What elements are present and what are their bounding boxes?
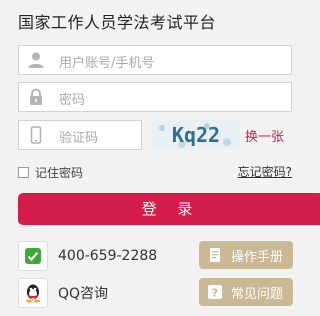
- manual-button[interactable]: 操作手册: [199, 241, 293, 269]
- remember-label: 记住密码: [35, 166, 84, 180]
- question-icon: ?: [208, 285, 222, 300]
- captcha-placeholder: 验证码: [59, 131, 99, 146]
- login-panel: 国家工作人员学法考试平台 用户账号/手机号 密码 验证码 Kq22 换一张 记住…: [0, 0, 320, 316]
- qq-consult-label: QQ咨询: [58, 286, 109, 302]
- captcha-image[interactable]: Kq22: [152, 120, 240, 150]
- page-title: 国家工作人员学法考试平台: [18, 13, 217, 32]
- refresh-captcha-link[interactable]: 换一张: [245, 126, 284, 145]
- document-icon: [210, 248, 220, 262]
- phone-check-icon: [25, 248, 41, 264]
- phone-icon: [30, 126, 42, 144]
- phone-contact: 400-659-2288: [18, 241, 157, 271]
- manual-label: 操作手册: [231, 249, 284, 265]
- remember-checkbox[interactable]: [18, 167, 29, 178]
- password-placeholder: 密码: [59, 93, 86, 108]
- username-field[interactable]: 用户账号/手机号: [18, 45, 292, 75]
- password-field[interactable]: 密码: [18, 82, 292, 112]
- username-placeholder: 用户账号/手机号: [59, 56, 155, 71]
- forgot-password-link[interactable]: 忘记密码?: [238, 163, 292, 180]
- phone-number: 400-659-2288: [58, 248, 158, 264]
- lock-icon: [30, 88, 42, 105]
- svg-text:?: ?: [212, 287, 218, 300]
- faq-label: 常见问题: [231, 286, 284, 302]
- remember-password[interactable]: 记住密码: [18, 164, 83, 181]
- user-icon: [28, 52, 44, 68]
- qq-penguin-icon: [26, 284, 40, 303]
- captcha-field[interactable]: 验证码: [18, 120, 142, 150]
- captcha-text: Kq22: [172, 123, 220, 147]
- phone-badge: [18, 241, 48, 271]
- qq-badge: [18, 278, 48, 308]
- qq-contact[interactable]: QQ咨询: [18, 278, 108, 308]
- faq-button[interactable]: ? 常见问题: [199, 278, 293, 306]
- login-button[interactable]: 登 录: [18, 193, 320, 225]
